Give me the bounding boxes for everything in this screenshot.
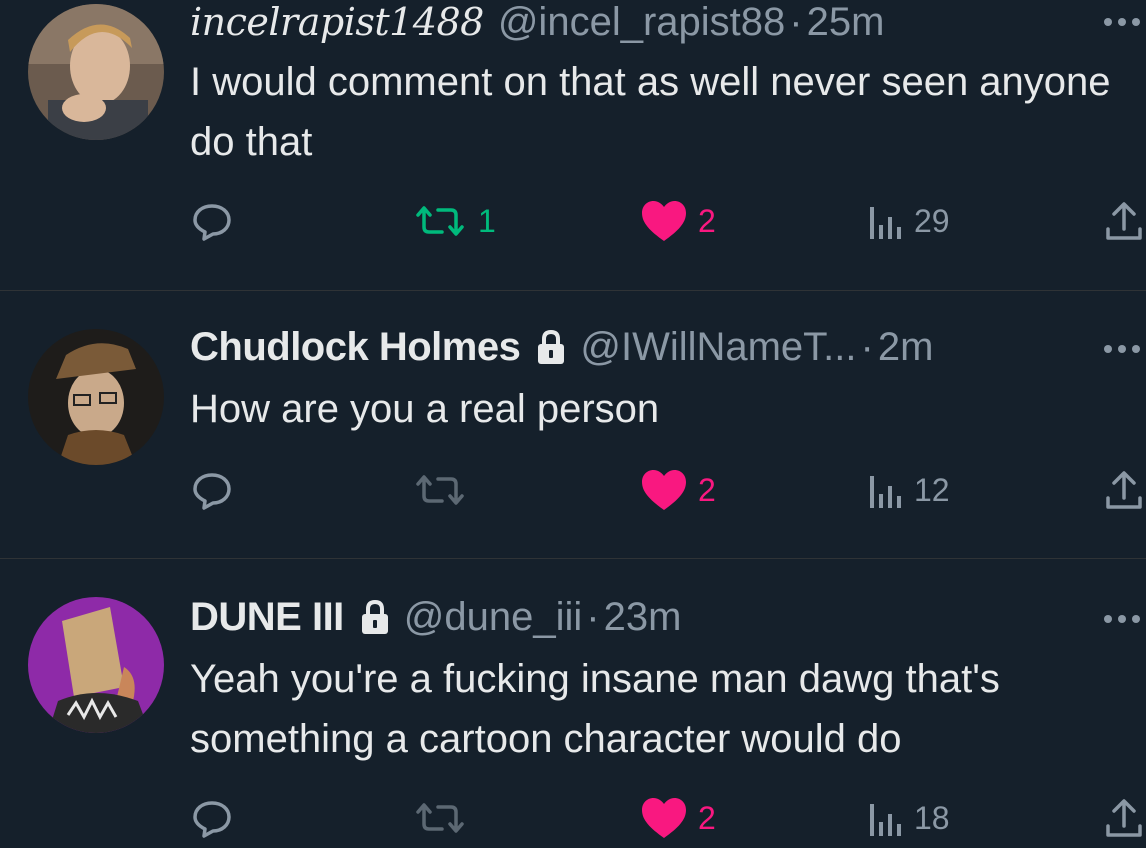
views-button[interactable]: 29 xyxy=(864,196,950,246)
share-button[interactable] xyxy=(1104,465,1144,515)
share-icon xyxy=(1106,799,1142,837)
lock-icon xyxy=(538,329,565,364)
retweet-button[interactable]: 1 xyxy=(412,196,496,246)
display-name[interactable]: incelrapist1488 xyxy=(190,0,484,44)
views-icon xyxy=(870,804,901,836)
views-count: 18 xyxy=(914,799,950,836)
more-icon[interactable] xyxy=(1102,343,1142,355)
display-name[interactable]: DUNE III xyxy=(190,595,344,640)
like-count: 2 xyxy=(698,799,716,836)
views-icon xyxy=(870,207,901,239)
tweet-text: Yeah you're a fucking insane man dawg th… xyxy=(190,657,1000,761)
like-button[interactable]: 2 xyxy=(640,196,716,246)
retweet-icon xyxy=(416,475,464,505)
like-button[interactable]: 2 xyxy=(640,465,716,515)
more-icon[interactable] xyxy=(1102,613,1142,625)
user-handle[interactable]: @dune_iii xyxy=(404,595,583,640)
tweet-text: How are you a real person xyxy=(190,387,660,431)
timestamp[interactable]: 2m xyxy=(878,325,934,370)
views-button[interactable]: 18 xyxy=(864,793,950,843)
tweet-header: Chudlock Holmes @IWillNameT... · 2m xyxy=(190,319,1046,375)
retweet-icon xyxy=(416,206,464,236)
like-count: 2 xyxy=(698,471,716,508)
lock-icon xyxy=(361,599,388,634)
share-button[interactable] xyxy=(1104,196,1144,246)
retweet-icon xyxy=(416,803,464,833)
user-handle[interactable]: @incel_rapist88 xyxy=(498,0,785,45)
share-button[interactable] xyxy=(1104,793,1144,843)
user-handle[interactable]: @IWillNameT... xyxy=(580,325,856,370)
reply-button[interactable] xyxy=(192,465,232,515)
display-name[interactable]: Chudlock Holmes xyxy=(190,325,521,370)
views-count: 12 xyxy=(914,471,950,508)
tweet-header: DUNE III @dune_iii · 23m xyxy=(190,589,1046,645)
avatar[interactable] xyxy=(28,597,164,733)
heart-icon xyxy=(642,201,686,241)
tweet[interactable]: Chudlock Holmes @IWillNameT... · 2m How … xyxy=(0,291,1146,558)
action-bar: 2 18 xyxy=(0,793,1146,843)
separator: · xyxy=(860,324,874,369)
avatar[interactable] xyxy=(28,329,164,465)
timestamp[interactable]: 25m xyxy=(807,0,885,45)
more-icon[interactable] xyxy=(1102,16,1142,28)
action-bar: 2 12 xyxy=(0,465,1146,515)
tweet-header: incelrapist1488 @incel_rapist88 · 25m xyxy=(190,0,1046,50)
tweet[interactable]: DUNE III @dune_iii · 23m Yeah you're a f… xyxy=(0,559,1146,848)
share-icon xyxy=(1106,471,1142,509)
views-count: 29 xyxy=(914,202,950,239)
retweet-button[interactable] xyxy=(412,465,468,515)
tweet[interactable]: incelrapist1488 @incel_rapist88 · 25m I … xyxy=(0,0,1146,290)
heart-icon xyxy=(642,798,686,838)
avatar[interactable] xyxy=(28,4,164,140)
action-bar: 1 2 29 xyxy=(0,196,1146,246)
reply-icon xyxy=(193,204,231,241)
separator: · xyxy=(789,0,803,44)
heart-icon xyxy=(642,470,686,510)
retweet-count: 1 xyxy=(478,202,496,239)
separator: · xyxy=(586,594,600,639)
reply-icon xyxy=(193,801,231,838)
reply-icon xyxy=(193,473,231,510)
reply-button[interactable] xyxy=(192,196,232,246)
views-button[interactable]: 12 xyxy=(864,465,950,515)
reply-button[interactable] xyxy=(192,793,232,843)
tweet-text: I would comment on that as well never se… xyxy=(190,60,1111,164)
timestamp[interactable]: 23m xyxy=(604,595,682,640)
like-count: 2 xyxy=(698,202,716,239)
views-icon xyxy=(870,476,901,508)
retweet-button[interactable] xyxy=(412,793,468,843)
like-button[interactable]: 2 xyxy=(640,793,716,843)
share-icon xyxy=(1106,202,1142,240)
